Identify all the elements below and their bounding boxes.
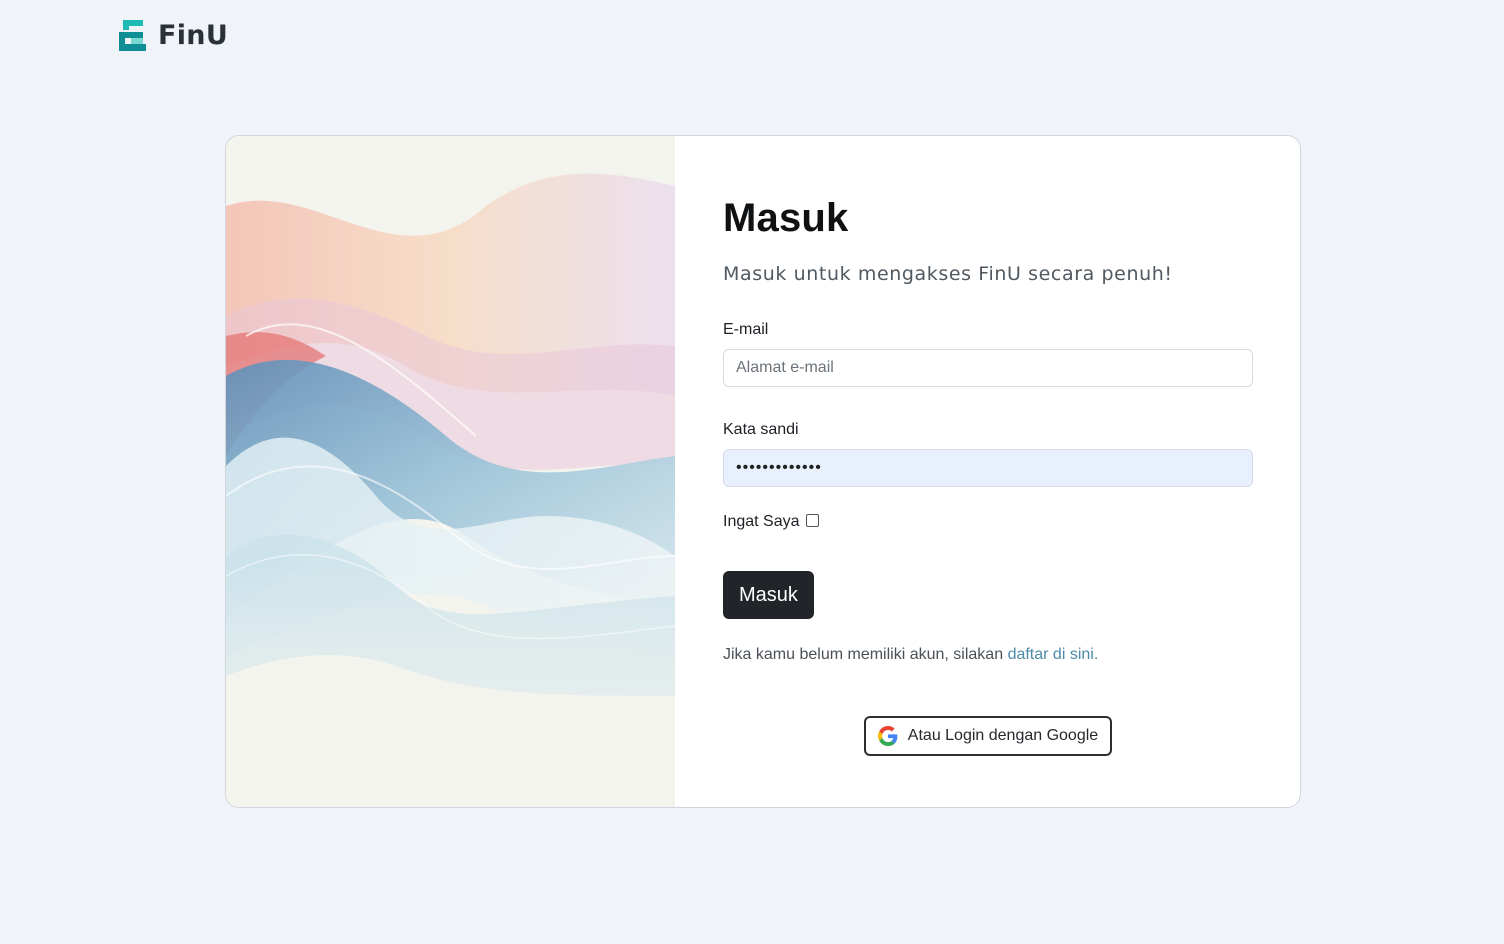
remember-me-row: Ingat Saya [723,513,1253,531]
register-prompt: Jika kamu belum memiliki akun, silakan d… [723,646,1253,664]
password-label: Kata sandi [723,421,799,438]
finu-logo-icon[interactable] [118,18,148,52]
page-title: Masuk [723,196,849,240]
login-form: Masuk Masuk untuk mengakses FinU secara … [675,136,1300,807]
google-icon [877,726,898,746]
submit-button[interactable]: Masuk [723,571,814,619]
password-field[interactable] [723,449,1253,487]
login-card: Masuk Masuk untuk mengakses FinU secara … [225,135,1301,808]
email-field[interactable] [723,349,1253,387]
remember-me-checkbox[interactable] [805,514,819,527]
remember-me-label: Ingat Saya [723,513,800,530]
email-label: E-mail [723,321,769,338]
top-navbar: FinU [118,18,228,52]
google-login-button[interactable]: Atau Login dengan Google [863,716,1113,756]
brand-name[interactable]: FinU [158,20,228,51]
google-login-label: Atau Login dengan Google [907,727,1099,744]
abstract-wave-artwork [226,136,675,807]
page-subtitle: Masuk untuk mengakses FinU secara penuh! [723,263,1173,285]
register-text: Jika kamu belum memiliki akun, silakan [723,646,1004,663]
register-link[interactable]: daftar di sini. [1008,646,1099,663]
google-login-wrapper: Atau Login dengan Google [723,716,1253,756]
